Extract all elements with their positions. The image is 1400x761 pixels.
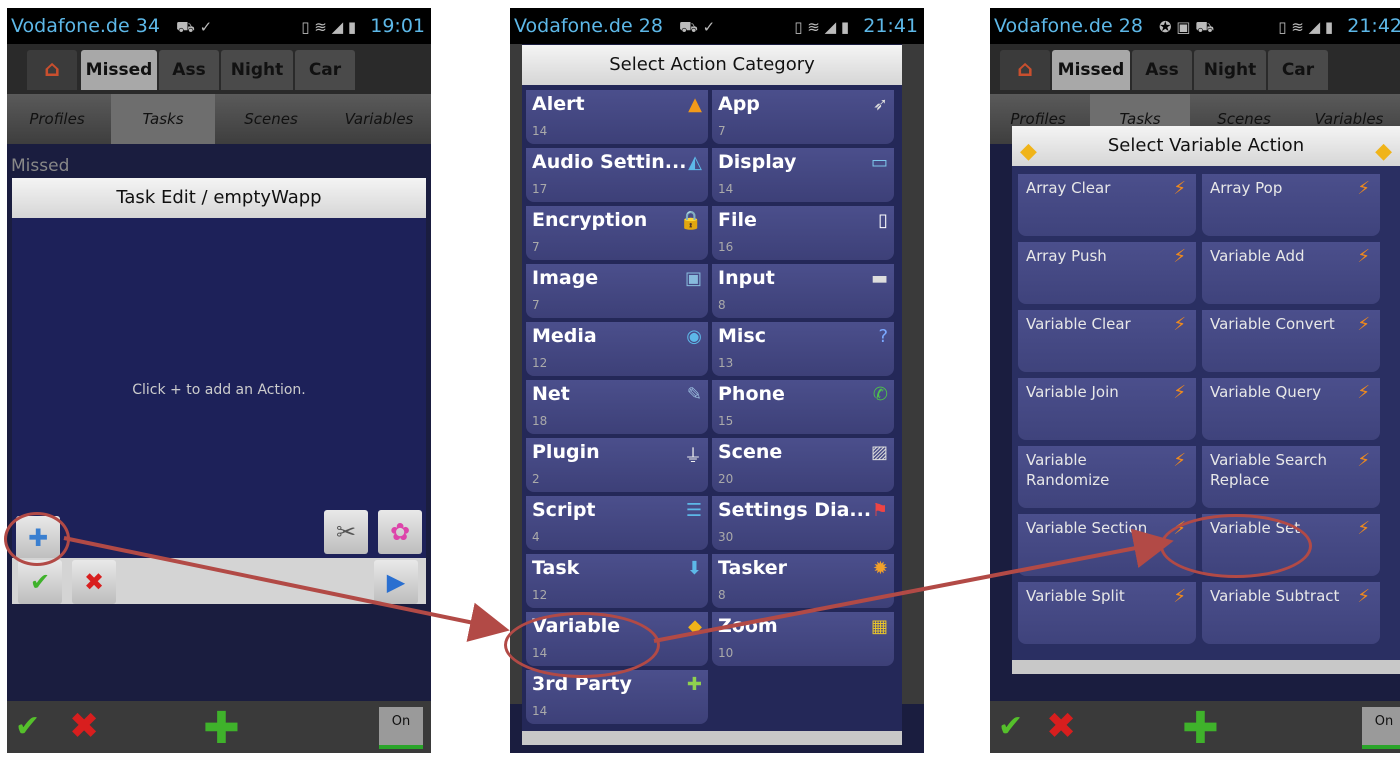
annotation-arrows: [63, 528, 1174, 643]
arrow-to-variable: [63, 536, 510, 642]
arrow-to-variable-set: [653, 528, 1174, 643]
